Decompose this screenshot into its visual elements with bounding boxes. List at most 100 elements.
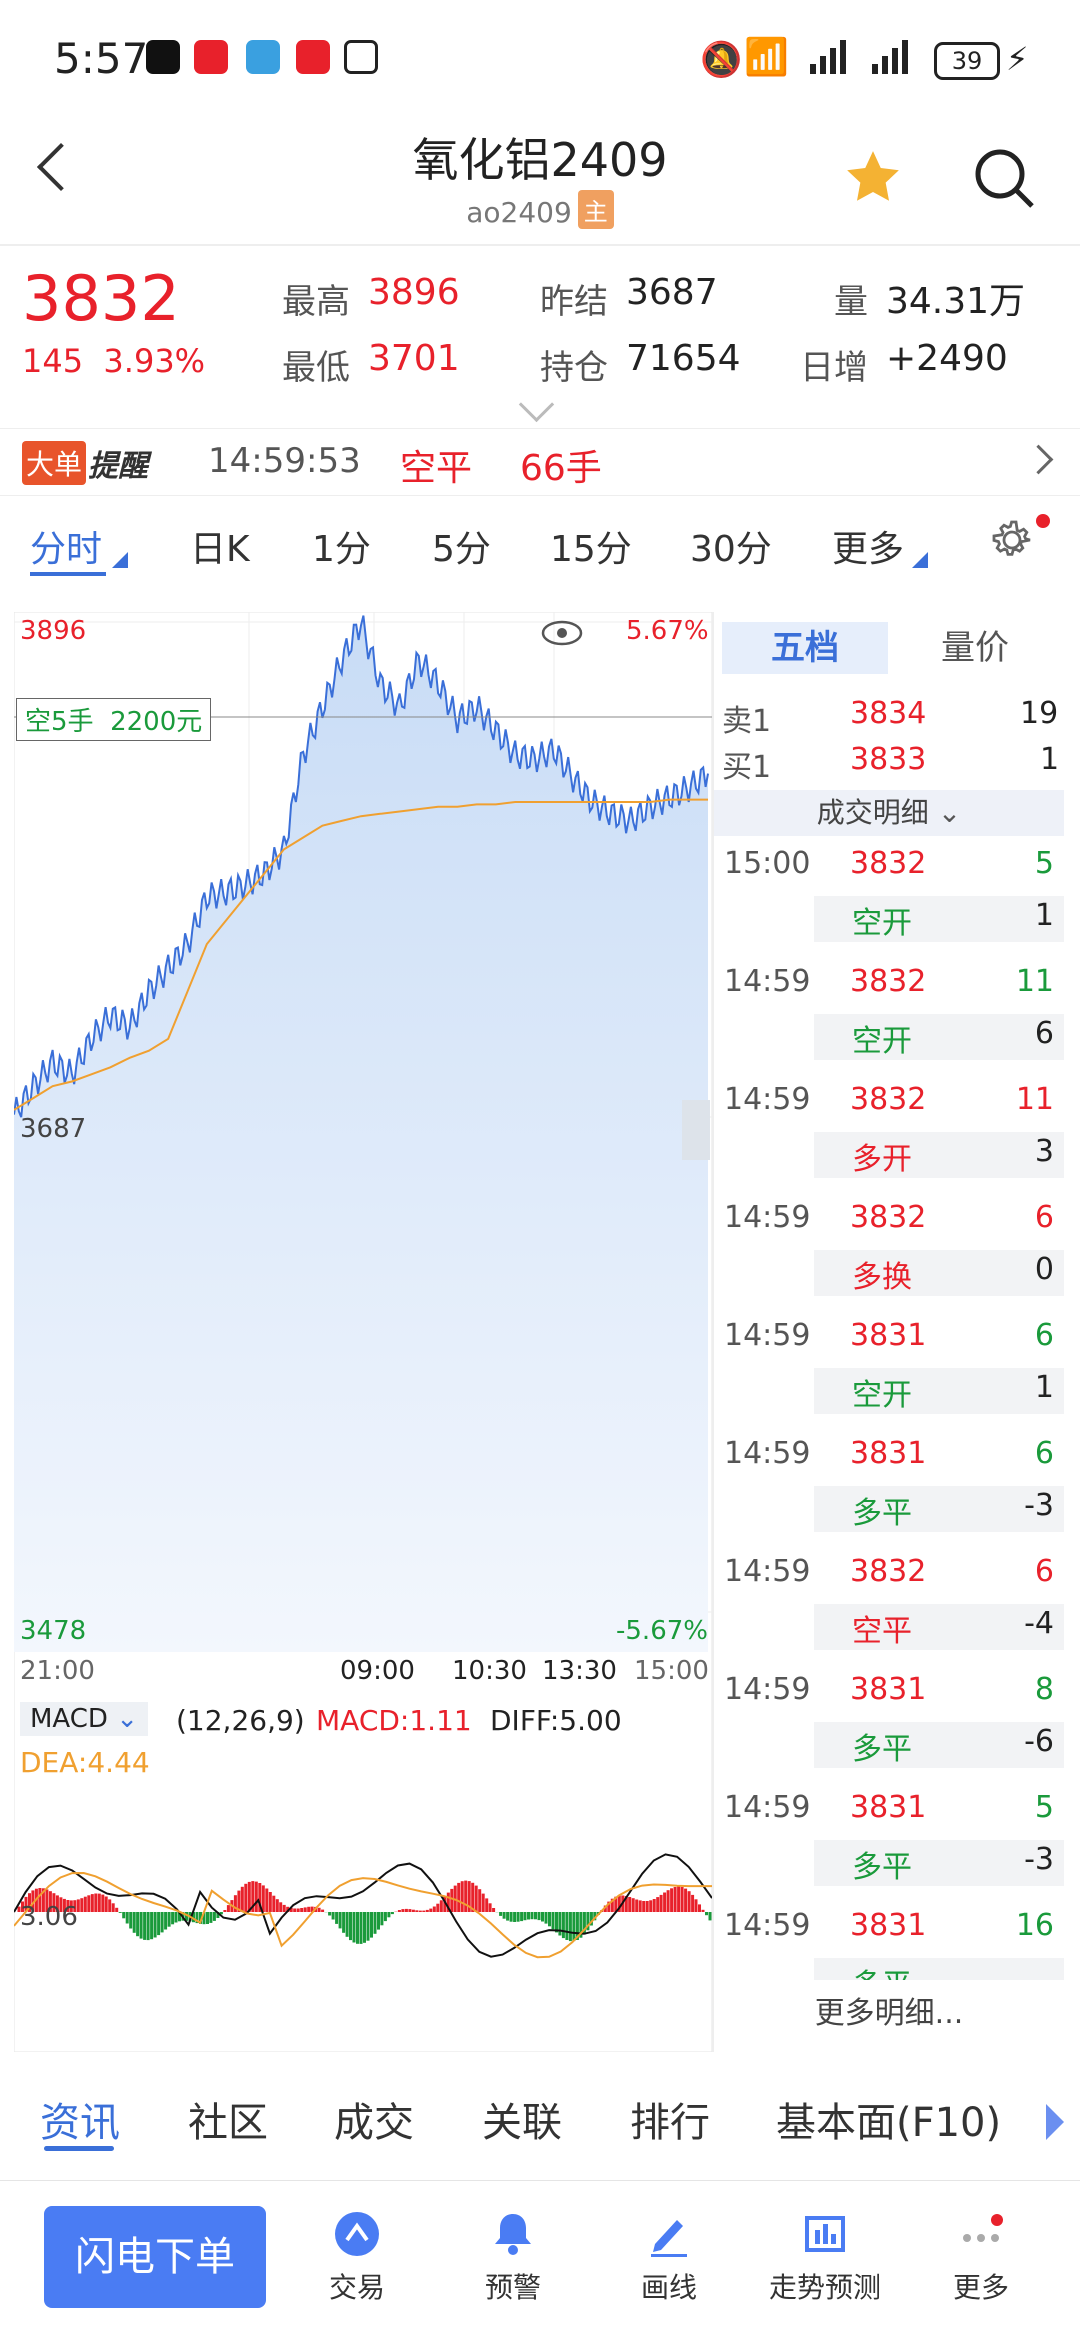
favorite-star-icon[interactable]	[840, 146, 906, 212]
macd-bar	[433, 1907, 436, 1913]
tick-time: 14:59	[724, 1790, 810, 1825]
tab-intraday[interactable]: 分时	[30, 520, 102, 572]
macd-bar	[545, 1912, 548, 1924]
tab-5min[interactable]: 5分	[432, 520, 491, 572]
forecast-icon	[801, 2210, 849, 2258]
header-divider	[0, 244, 1080, 246]
position-marker[interactable]: 空5手 2200元	[16, 698, 211, 741]
macd-bar	[674, 1887, 677, 1912]
x-label-2: 10:30	[452, 1656, 527, 1686]
tab-news-underline	[44, 2146, 114, 2151]
tab-volume-price[interactable]: 量价	[892, 622, 1058, 674]
macd-bar	[398, 1910, 401, 1912]
macd-bar	[119, 1912, 122, 1913]
macd-bar	[367, 1912, 370, 1941]
diff-value: DIFF:5.00	[490, 1704, 622, 1737]
eye-icon[interactable]	[540, 618, 584, 652]
big-order-alert-bar[interactable]: 大单 提醒 14:59:53 空平 66手	[0, 428, 1080, 496]
low-value: 3701	[368, 338, 460, 379]
macd-bar	[241, 1887, 244, 1912]
macd-bar	[548, 1912, 551, 1926]
macd-bar	[363, 1912, 366, 1943]
macd-params: (12,26,9)	[176, 1704, 305, 1737]
macd-bar	[248, 1882, 251, 1912]
tab-underline	[30, 572, 106, 576]
macd-bar	[552, 1912, 555, 1929]
tab-more[interactable]: 更多	[832, 520, 904, 572]
tick-price: 3832	[850, 1082, 926, 1117]
tab-fundamentals[interactable]: 基本面(F10)	[776, 2090, 1001, 2148]
macd-selector[interactable]: MACD ⌄	[20, 1702, 148, 1736]
forecast-label: 走势预测	[760, 2266, 890, 2306]
status-time: 5:57	[54, 34, 148, 83]
macd-bar	[555, 1912, 558, 1932]
tab-15min[interactable]: 15分	[550, 520, 632, 572]
alert-badge-b: 提醒	[88, 441, 148, 485]
macd-bar	[143, 1912, 146, 1940]
tick-volume: 6	[1035, 1318, 1054, 1353]
macd-bar	[667, 1890, 670, 1912]
tab-related[interactable]: 关联	[482, 2090, 562, 2148]
alert-button[interactable]: 预警	[448, 2210, 578, 2306]
y-label-mid: 3687	[20, 1114, 86, 1144]
macd-bar	[485, 1898, 488, 1912]
search-icon[interactable]	[972, 146, 1036, 214]
tick-price: 3831	[850, 1436, 926, 1471]
tick-oi-change: 1	[1035, 1370, 1054, 1405]
tick-row: 14:5938316空开1	[714, 1312, 1064, 1424]
tab-community[interactable]: 社区	[188, 2090, 268, 2148]
alert-label: 预警	[448, 2266, 578, 2306]
tick-time: 14:59	[724, 1082, 810, 1117]
trade-detail-header[interactable]: 成交明细 ⌄	[714, 790, 1064, 836]
intraday-chart[interactable]	[14, 612, 712, 2052]
macd-bar	[147, 1912, 150, 1940]
forecast-button[interactable]: 走势预测	[760, 2210, 890, 2306]
tick-oi-change: 0	[1035, 1252, 1054, 1287]
macd-bar	[209, 1912, 212, 1923]
y-label-top: 3896	[20, 616, 86, 646]
main-contract-badge: 主	[578, 190, 614, 229]
more-button[interactable]: 更多	[916, 2210, 1046, 2306]
macd-bar	[161, 1912, 164, 1932]
trade-button[interactable]: 交易	[292, 2210, 422, 2306]
tab-30min[interactable]: 30分	[690, 520, 772, 572]
more-details-link[interactable]: 更多明细...	[714, 1988, 1064, 2032]
flash-order-button[interactable]: 闪电下单	[44, 2206, 266, 2308]
tick-type: 空平	[852, 1606, 912, 1650]
scroll-right-icon[interactable]	[1046, 2104, 1064, 2140]
macd-bar	[105, 1897, 108, 1913]
tab-1min[interactable]: 1分	[312, 520, 371, 572]
tab-trades[interactable]: 成交	[334, 2090, 414, 2148]
macd-bar	[646, 1901, 649, 1912]
macd-bar	[269, 1892, 272, 1912]
macd-bar	[346, 1912, 349, 1937]
tab-news[interactable]: 资讯	[40, 2090, 120, 2148]
macd-bar	[565, 1912, 568, 1940]
dropdown-triangle-icon	[112, 552, 128, 568]
macd-bar	[223, 1910, 226, 1912]
alert-action: 空平	[400, 439, 472, 491]
tab-daily-k[interactable]: 日K	[190, 520, 250, 572]
macd-bar	[84, 1897, 87, 1912]
tick-time: 14:59	[724, 1672, 810, 1707]
buy1-label: 买1	[722, 742, 771, 786]
dropdown-triangle-icon	[912, 552, 928, 568]
macd-bar	[695, 1899, 698, 1912]
macd-bar	[642, 1901, 645, 1912]
settings-gear-icon[interactable]	[988, 516, 1036, 568]
expand-side-handle[interactable]	[682, 1100, 710, 1160]
macd-bar	[429, 1909, 432, 1912]
macd-bar	[475, 1886, 478, 1912]
macd-bar	[506, 1912, 509, 1921]
tab-ranking[interactable]: 排行	[630, 2090, 710, 2148]
tick-price: 3832	[850, 846, 926, 881]
draw-button[interactable]: 画线	[604, 2210, 734, 2306]
tick-type: 多开	[852, 1134, 912, 1178]
macd-bar	[108, 1899, 111, 1912]
last-price: 3832	[22, 262, 180, 335]
macd-bar	[387, 1912, 390, 1917]
expand-chevron-icon[interactable]	[519, 387, 554, 422]
macd-bar	[513, 1912, 516, 1922]
tab-five-levels[interactable]: 五档	[722, 622, 888, 674]
macd-bar	[391, 1912, 394, 1914]
